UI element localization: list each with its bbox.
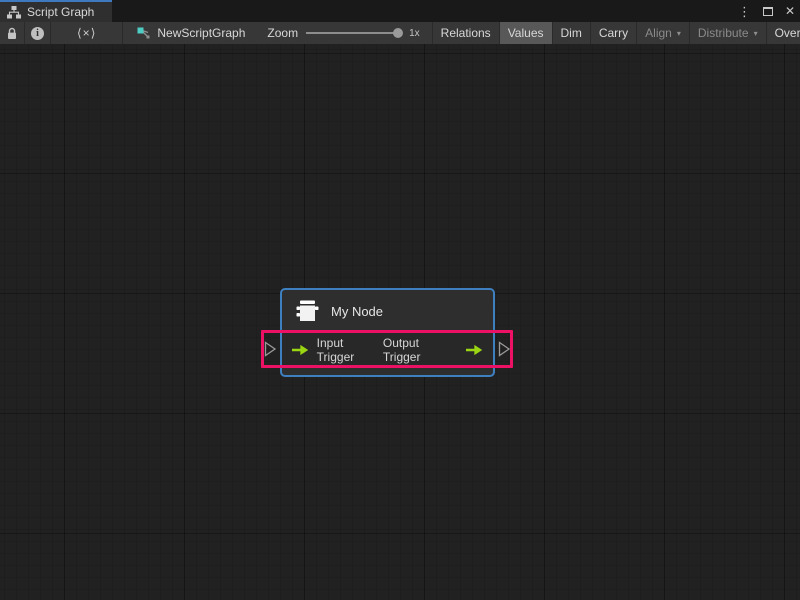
button-label: Carry [599, 26, 628, 40]
zoom-slider-knob[interactable] [393, 28, 403, 38]
graph-asset-name: NewScriptGraph [157, 26, 245, 40]
script-graph-window: Script Graph ⋮ ✕ i ⟨×⟩ NewScri [0, 0, 800, 600]
window-controls: ⋮ ✕ [738, 0, 795, 22]
node-port-row: Input Trigger Output Trigger [282, 332, 493, 367]
graph-canvas[interactable]: My Node Input Trigger Output Trigger [0, 44, 800, 600]
code-icon: ⟨×⟩ [77, 26, 96, 40]
script-graph-asset-icon [137, 27, 151, 39]
toolbar-button-distribute[interactable]: Distribute ▾ [690, 22, 767, 44]
unit-chip-icon [295, 299, 320, 324]
close-icon[interactable]: ✕ [785, 5, 795, 17]
lock-icon [6, 27, 18, 40]
toolbar-button-overview[interactable]: Overview [767, 22, 800, 44]
external-output-port-icon[interactable] [497, 341, 511, 357]
my-node[interactable]: My Node Input Trigger Output Trigger [280, 288, 495, 377]
zoom-label: Zoom [267, 26, 298, 40]
inspect-button[interactable]: i [25, 22, 51, 44]
tab-label: Script Graph [27, 5, 94, 19]
toolbar-button-carry[interactable]: Carry [591, 22, 637, 44]
zoom-slider-track [306, 32, 401, 34]
input-port-label: Input Trigger [317, 336, 383, 364]
zoom-value: 1x [409, 28, 420, 39]
graph-toolbar: i ⟨×⟩ NewScriptGraph Zoom 1x Relations V… [0, 22, 800, 44]
flow-arrow-icon [465, 344, 484, 356]
chevron-down-icon: ▾ [677, 29, 681, 38]
button-label: Align [645, 26, 672, 40]
output-trigger-port[interactable]: Output Trigger [383, 336, 484, 364]
info-icon: i [31, 27, 44, 40]
node-title: My Node [331, 304, 383, 319]
chevron-down-icon: ▾ [754, 29, 758, 38]
zoom-slider[interactable] [306, 28, 401, 38]
maximize-icon[interactable] [763, 7, 773, 16]
button-label: Distribute [698, 26, 749, 40]
lock-button[interactable] [0, 22, 25, 44]
output-port-label: Output Trigger [383, 336, 458, 364]
toolbar-button-dim[interactable]: Dim [553, 22, 591, 44]
flow-arrow-icon [291, 344, 310, 356]
tab-script-graph[interactable]: Script Graph [0, 0, 112, 22]
external-input-port-icon[interactable] [263, 341, 277, 357]
input-trigger-port[interactable]: Input Trigger [291, 336, 383, 364]
graph-asset-ref[interactable]: NewScriptGraph [123, 22, 255, 44]
button-label: Relations [441, 26, 491, 40]
toolbar-button-relations[interactable]: Relations [433, 22, 500, 44]
code-preview-button[interactable]: ⟨×⟩ [51, 22, 123, 44]
zoom-control: Zoom 1x [255, 22, 432, 44]
button-label: Dim [561, 26, 582, 40]
graph-hierarchy-icon [7, 6, 21, 19]
kebab-menu-icon[interactable]: ⋮ [738, 5, 751, 18]
button-label: Overview [775, 26, 800, 40]
node-header[interactable]: My Node [282, 290, 493, 332]
button-label: Values [508, 26, 544, 40]
toolbar-button-align[interactable]: Align ▾ [637, 22, 690, 44]
node-footer [282, 367, 493, 375]
tab-bar: Script Graph ⋮ ✕ [0, 0, 800, 22]
toolbar-button-values[interactable]: Values [500, 22, 553, 44]
